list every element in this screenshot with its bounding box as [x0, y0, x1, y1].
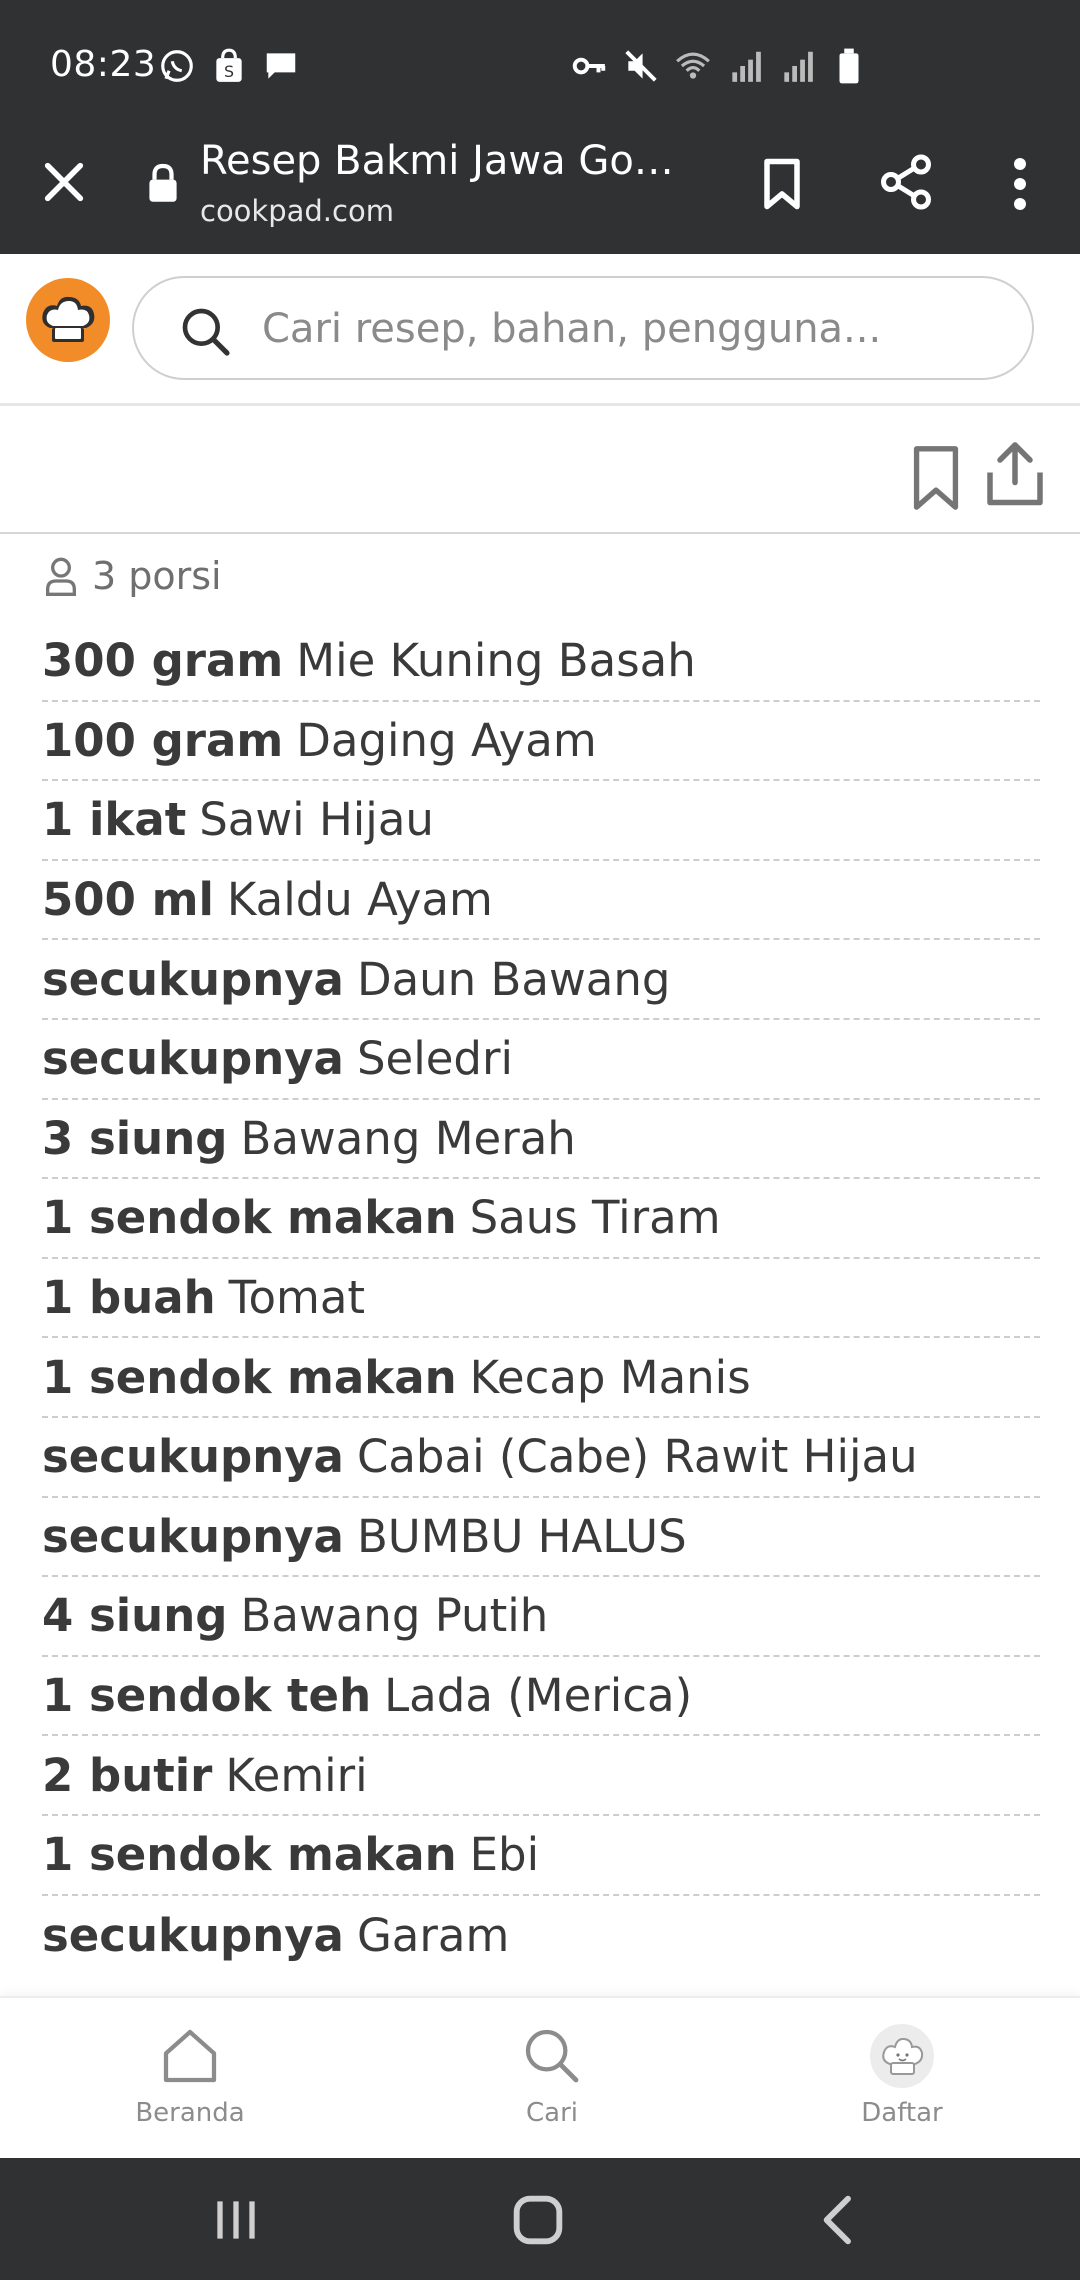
search-box[interactable] — [132, 276, 1034, 380]
nav-register-label: Daftar — [861, 2098, 943, 2128]
recipe-action-row — [0, 406, 1080, 534]
ingredient-item: secukupnya Cabai (Cabe) Rawit Hijau — [42, 1418, 1040, 1498]
ingredient-item: 3 siung Bawang Merah — [42, 1100, 1040, 1180]
ingredient-item: secukupnya Garam — [42, 1896, 1040, 1976]
ingredient-item: 1 ikat Sawi Hijau — [42, 781, 1040, 861]
ingredient-qty: 1 sendok makan — [42, 1350, 457, 1404]
search-nav-icon — [525, 2029, 579, 2083]
close-icon[interactable] — [36, 154, 92, 210]
ingredient-qty: secukupnya — [42, 1908, 344, 1962]
whatsapp-icon — [161, 50, 193, 82]
bookmark-icon[interactable] — [752, 154, 812, 214]
ingredient-name: Saus Tiram — [469, 1191, 721, 1245]
ingredient-name: Bawang Putih — [240, 1589, 549, 1643]
nav-search[interactable]: Cari — [442, 1998, 662, 2156]
ingredient-qty: secukupnya — [42, 1509, 344, 1563]
status-bar: 08:23 S — [0, 0, 1080, 132]
shopee-icon: S — [216, 48, 242, 82]
chef-hat-icon — [42, 296, 95, 342]
browser-toolbar: Resep Bakmi Jawa Godog cookpad.com — [0, 132, 1080, 254]
ingredient-item: 1 sendok makan Ebi — [42, 1816, 1040, 1896]
servings-label: 3 porsi — [92, 554, 222, 598]
ingredient-qty: 1 sendok teh — [42, 1669, 372, 1723]
vpn-key-icon — [572, 57, 606, 75]
ingredient-qty: 2 butir — [42, 1748, 213, 1802]
bottom-navigation: Beranda Cari Daftar — [0, 1996, 1080, 2154]
ingredient-qty: 1 ikat — [42, 793, 187, 847]
ingredient-name: Mie Kuning Basah — [296, 634, 696, 688]
ingredient-name: Garam — [356, 1908, 510, 1962]
ingredient-item: secukupnya Daun Bawang — [42, 940, 1040, 1020]
mute-icon — [625, 50, 657, 82]
ingredient-item: 1 sendok makan Saus Tiram — [42, 1179, 1040, 1259]
wifi-icon — [676, 52, 710, 79]
ingredient-qty: 300 gram — [42, 634, 284, 688]
ingredient-item: 1 buah Tomat — [42, 1259, 1040, 1339]
share-recipe-icon[interactable] — [984, 440, 1046, 510]
message-icon — [266, 53, 296, 79]
ingredient-name: BUMBU HALUS — [356, 1509, 687, 1563]
ingredient-name: Seledri — [356, 1032, 513, 1086]
page-title: Resep Bakmi Jawa Godog — [200, 138, 690, 184]
ingredient-name: Daging Ayam — [296, 713, 597, 767]
ingredient-qty: 100 gram — [42, 713, 284, 767]
lock-icon — [149, 163, 177, 202]
ingredient-qty: 1 sendok makan — [42, 1191, 457, 1245]
ingredient-item: 4 siung Bawang Putih — [42, 1577, 1040, 1657]
nav-search-label: Cari — [526, 2098, 578, 2128]
search-input[interactable] — [260, 298, 1000, 360]
share-icon[interactable] — [876, 152, 936, 212]
cookpad-logo[interactable] — [26, 278, 110, 362]
ingredient-qty: secukupnya — [42, 1032, 344, 1086]
ingredient-qty: 1 buah — [42, 1271, 216, 1325]
servings: 3 porsi — [44, 548, 222, 604]
home-button-icon[interactable] — [506, 2188, 570, 2252]
nav-home-label: Beranda — [135, 2098, 245, 2128]
ingredient-name: Ebi — [469, 1828, 540, 1882]
save-recipe-bookmark-icon[interactable] — [906, 444, 966, 512]
ingredient-name: Tomat — [228, 1271, 366, 1325]
ingredient-item: 500 ml Kaldu Ayam — [42, 861, 1040, 941]
ingredient-name: Daun Bawang — [356, 952, 671, 1006]
ingredient-qty: 3 siung — [42, 1111, 228, 1165]
ingredient-item: 1 sendok makan Kecap Manis — [42, 1338, 1040, 1418]
site-header — [0, 254, 1080, 406]
ingredient-name: Lada (Merica) — [384, 1669, 693, 1723]
home-icon — [163, 2029, 217, 2083]
person-icon — [45, 557, 76, 596]
ingredient-item: 300 gram Mie Kuning Basah — [42, 622, 1040, 702]
ingredient-qty: 500 ml — [42, 873, 214, 927]
ingredient-list: 300 gram Mie Kuning Basah 100 gram Daging … — [42, 622, 1040, 1975]
back-icon[interactable] — [808, 2188, 872, 2252]
battery-icon — [839, 48, 859, 84]
ingredient-name: Kecap Manis — [469, 1350, 751, 1404]
ingredient-name: Kaldu Ayam — [226, 873, 493, 927]
search-icon — [182, 308, 230, 356]
nav-register[interactable]: Daftar — [792, 1998, 1012, 2156]
ingredient-item: 100 gram Daging Ayam — [42, 702, 1040, 782]
page-url: cookpad.com — [200, 194, 394, 228]
ingredient-name: Cabai (Cabe) Rawit Hijau — [356, 1430, 918, 1484]
more-options-icon[interactable] — [1000, 154, 1040, 214]
ingredient-qty: secukupnya — [42, 1430, 344, 1484]
ingredient-item: 1 sendok teh Lada (Merica) — [42, 1657, 1040, 1737]
status-time: 08:23 — [50, 44, 157, 85]
ingredient-item: secukupnya Seledri — [42, 1020, 1040, 1100]
chef-avatar-icon — [870, 2024, 934, 2088]
signal-icon — [732, 51, 761, 82]
system-navigation-bar — [0, 2158, 1080, 2280]
nav-home[interactable]: Beranda — [80, 1998, 300, 2156]
ingredient-qty: secukupnya — [42, 952, 344, 1006]
ingredient-qty: 4 siung — [42, 1589, 228, 1643]
signal-icon-2 — [784, 51, 813, 82]
ingredient-item: secukupnya BUMBU HALUS — [42, 1498, 1040, 1578]
ingredient-name: Sawi Hijau — [199, 793, 434, 847]
ingredient-item: 2 butir Kemiri — [42, 1736, 1040, 1816]
ingredient-qty: 1 sendok makan — [42, 1828, 457, 1882]
recent-apps-icon[interactable] — [204, 2188, 268, 2252]
ingredient-name: Kemiri — [225, 1748, 368, 1802]
svg-text:S: S — [224, 62, 234, 81]
ingredient-name: Bawang Merah — [240, 1111, 576, 1165]
